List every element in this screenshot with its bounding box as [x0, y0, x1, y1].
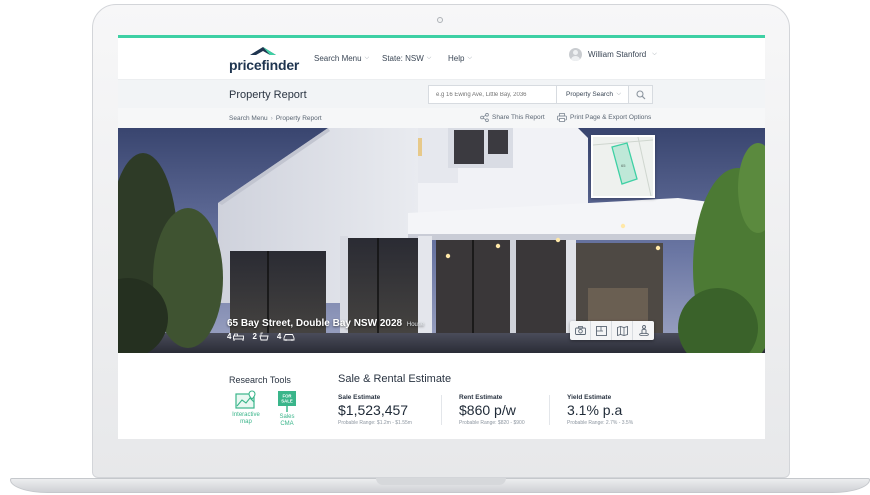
logo-text: pricefinder: [229, 57, 300, 73]
baths-feature: 2: [252, 332, 269, 341]
interactive-map-label-2: map: [240, 419, 252, 425]
lot-number-label: 65: [621, 163, 626, 168]
user-name: William Stanford: [588, 50, 647, 59]
beds-feature: 4: [227, 332, 245, 341]
rent-estimate-range: Probable Range: $820 - $900: [459, 420, 525, 426]
car-icon: [283, 333, 295, 341]
map-icon: [616, 325, 628, 336]
app-screen: pricefinder Search Menu ⌵ State: NSW ⌵ H…: [118, 35, 765, 439]
breadcrumb-property-report: Property Report: [275, 115, 322, 122]
breadcrumb-search-menu[interactable]: Search Menu: [229, 115, 268, 122]
report-header: Property Report Property Search ⌵: [118, 80, 765, 108]
interactive-map-label-1: Interactive: [232, 412, 260, 418]
map-button[interactable]: [612, 321, 633, 340]
nav-state-label: State: NSW: [382, 54, 424, 63]
interactive-map-tool[interactable]: Interactive map: [226, 390, 266, 426]
print-export-button[interactable]: Print Page & Export Options: [557, 113, 651, 122]
sale-estimate: Sale Estimate $1,523,457 Probable Range:…: [338, 394, 412, 426]
avatar: [569, 48, 582, 61]
report-content: Research Tools Interactive map FOR SALE …: [118, 353, 765, 439]
breadcrumb: Search Menu › Property Report: [229, 115, 322, 122]
baths-count: 2: [252, 332, 257, 341]
top-navigation: pricefinder Search Menu ⌵ State: NSW ⌵ H…: [118, 38, 765, 80]
nav-search-menu[interactable]: Search Menu ⌵: [314, 54, 369, 63]
share-report-button[interactable]: Share This Report: [480, 113, 545, 122]
breadcrumb-bar: Search Menu › Property Report Share This…: [118, 108, 765, 128]
logo-roof-icon: [250, 47, 276, 55]
photos-button[interactable]: [570, 321, 591, 340]
property-address: 65 Bay Street, Double Bay NSW 2028 House: [227, 318, 424, 329]
nav-help-label: Help: [448, 54, 465, 63]
rent-estimate-label: Rent Estimate: [459, 394, 503, 401]
sales-cma-tool[interactable]: FOR SALE Sales CMA: [267, 390, 307, 428]
printer-icon: [557, 113, 567, 122]
search-input[interactable]: [428, 85, 557, 104]
lot-map-icon: 65: [592, 136, 654, 197]
streetview-button[interactable]: [633, 321, 654, 340]
yield-estimate: Yield Estimate 3.1% p.a Probable Range: …: [567, 394, 633, 426]
camera-icon: [437, 17, 443, 23]
pricefinder-logo[interactable]: pricefinder: [229, 46, 299, 74]
for-sale-sign-icon: FOR SALE: [278, 391, 296, 412]
cars-count: 4: [276, 332, 282, 341]
property-photo: [118, 128, 765, 353]
search-icon: [635, 89, 645, 99]
chevron-down-icon: ⌵: [652, 51, 657, 57]
property-hero: 65 65 Bay Street, Double Bay NSW 2028 Ho…: [118, 128, 765, 353]
search-type-select[interactable]: Property Search ⌵: [556, 85, 629, 104]
chevron-down-icon: ⌵: [467, 55, 473, 61]
chevron-down-icon: ⌵: [364, 55, 370, 61]
sale-estimate-range: Probable Range: $1.2m - $1.55m: [338, 420, 412, 426]
breadcrumb-separator: ›: [270, 115, 273, 122]
chevron-down-icon: ⌵: [426, 55, 432, 61]
cars-feature: 4: [277, 332, 295, 341]
nav-state[interactable]: State: NSW ⌵: [382, 54, 431, 63]
beds-count: 4: [227, 332, 232, 341]
print-label: Print Page & Export Options: [570, 114, 652, 121]
nav-search-menu-label: Search Menu: [314, 54, 362, 63]
share-label: Share This Report: [492, 114, 545, 121]
sale-estimate-label: Sale Estimate: [338, 394, 381, 401]
interactive-map-icon: [235, 390, 256, 409]
for-sale-sign-text-2: SALE: [281, 399, 293, 404]
share-icon: [480, 113, 489, 122]
nav-help[interactable]: Help ⌵: [448, 54, 472, 63]
property-features: 4 2 4: [227, 332, 295, 341]
yield-estimate-value: 3.1% p.a: [567, 402, 623, 418]
property-map-thumbnail[interactable]: 65: [591, 135, 655, 198]
media-toolbar: [570, 321, 654, 340]
divider: [441, 395, 442, 425]
search-button[interactable]: [628, 85, 653, 104]
page-title: Property Report: [229, 89, 307, 101]
streetview-icon: [638, 325, 649, 336]
rent-estimate-value: $860 p/w: [459, 402, 516, 418]
address-text: 65 Bay Street, Double Bay NSW 2028: [227, 318, 403, 329]
divider: [549, 395, 550, 425]
rent-estimate: Rent Estimate $860 p/w Probable Range: $…: [459, 394, 525, 426]
bed-icon: [233, 333, 245, 341]
property-type: House: [406, 322, 425, 328]
bath-icon: [259, 332, 269, 341]
camera-icon: [574, 326, 586, 335]
laptop-notch: [376, 478, 506, 485]
sale-estimate-value: $1,523,457: [338, 402, 409, 418]
research-tools-title: Research Tools: [229, 375, 291, 385]
sales-cma-label-2: CMA: [280, 421, 294, 427]
user-menu[interactable]: William Stanford ⌵: [569, 48, 657, 61]
sales-cma-label-1: Sales: [279, 414, 295, 420]
estimates-title: Sale & Rental Estimate: [338, 373, 452, 385]
floorplan-icon: [595, 325, 607, 336]
floorplan-button[interactable]: [591, 321, 612, 340]
yield-estimate-range: Probable Range: 2.7% - 3.5%: [567, 420, 634, 426]
yield-estimate-label: Yield Estimate: [567, 394, 612, 401]
chevron-down-icon: ⌵: [616, 91, 621, 97]
search-type-value: Property Search: [566, 91, 613, 98]
